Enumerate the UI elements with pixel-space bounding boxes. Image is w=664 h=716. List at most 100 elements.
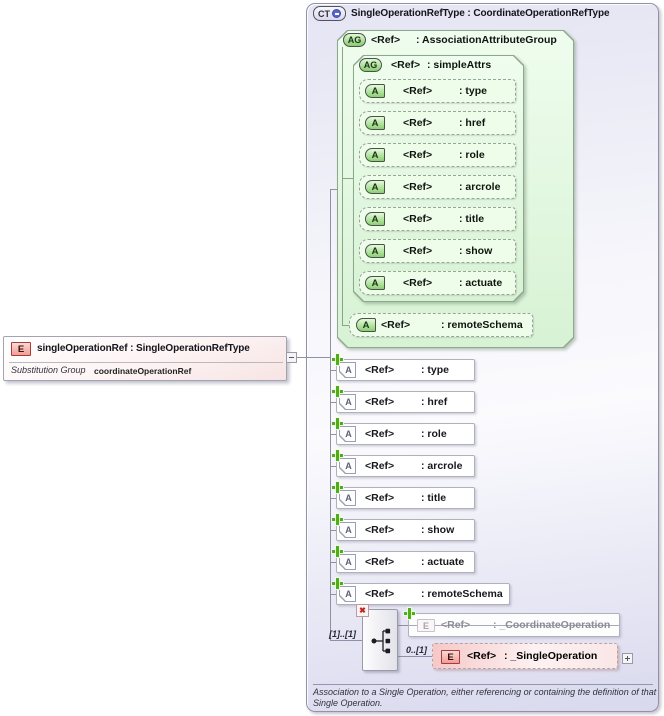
schema-diagram: CT SingleOperationRefType : CoordinateOp… xyxy=(0,0,664,716)
attribute-badge: A xyxy=(365,276,385,290)
expand-plus-icon[interactable] xyxy=(332,418,343,429)
ref-type: : AssociationAttributeGroup xyxy=(416,34,557,46)
connector-line xyxy=(398,625,408,626)
ref-type: : href xyxy=(421,396,448,408)
connector-line xyxy=(330,640,362,641)
ref-name: <Ref> xyxy=(365,396,395,408)
connector-line xyxy=(398,656,432,657)
complex-type-title: SingleOperationRefType : CoordinateOpera… xyxy=(351,8,610,19)
connector-trunk xyxy=(342,47,343,325)
attribute-badge: A xyxy=(365,180,385,194)
attribute-row-show[interactable]: A <Ref>: show xyxy=(332,514,475,541)
collapse-icon[interactable] xyxy=(332,9,341,18)
ref-name: <Ref> xyxy=(403,181,433,193)
complex-type-header: CT SingleOperationRefType : CoordinateOp… xyxy=(313,6,610,21)
ref-type: : title xyxy=(459,213,485,225)
expand-icon[interactable] xyxy=(622,653,633,664)
attribute-badge: A xyxy=(365,84,385,98)
attribute-row-role[interactable]: A <Ref>: role xyxy=(332,418,475,445)
ref-name: <Ref> xyxy=(403,149,433,161)
attribute-badge: A xyxy=(356,318,376,332)
ref-name: <Ref> xyxy=(403,277,433,289)
ref-name: <Ref> xyxy=(371,34,401,46)
attribute-group-title[interactable]: <Ref> : AssociationAttributeGroup xyxy=(371,34,557,46)
ref-type: : actuate xyxy=(459,277,503,289)
ref-type: : role xyxy=(459,149,485,161)
simple-attrs-title[interactable]: <Ref> : simpleAttrs xyxy=(391,59,491,71)
expand-plus-icon[interactable] xyxy=(332,546,343,557)
attribute-badge: A xyxy=(365,244,385,258)
expand-plus-icon[interactable] xyxy=(332,450,343,461)
attribute-row-type[interactable]: A <Ref>: type xyxy=(332,354,475,381)
expand-plus-icon[interactable] xyxy=(332,482,343,493)
element-divider xyxy=(9,362,283,363)
connector-line xyxy=(342,178,353,179)
attribute-row-remote-schema[interactable]: A <Ref>: remoteSchema xyxy=(332,578,510,605)
element-title: singleOperationRef : SingleOperationRefT… xyxy=(37,343,250,354)
complex-type-badge-label: CT xyxy=(318,8,330,19)
ref-name: <Ref> xyxy=(365,556,395,568)
element-row-coordinate-operation-blocked[interactable]: E <Ref> : _CoordinateOperation xyxy=(404,608,620,637)
choice-compositor[interactable] xyxy=(362,609,398,671)
substitution-group-label: Substitution Group xyxy=(11,365,86,375)
expand-plus-icon[interactable] xyxy=(332,386,343,397)
ref-type: : show xyxy=(421,524,455,536)
expand-plus-icon[interactable] xyxy=(332,514,343,525)
attribute-row-actuate[interactable]: A <Ref> : actuate xyxy=(359,271,516,295)
ref-type: : _SingleOperation xyxy=(504,650,598,662)
ref-type: : _CoordinateOperation xyxy=(493,619,611,631)
prohibited-icon: ✖ xyxy=(356,604,369,617)
ref-type: : remoteSchema xyxy=(441,319,523,331)
attribute-row-show[interactable]: A <Ref>: show xyxy=(359,239,516,263)
ref-name: <Ref> xyxy=(403,85,433,97)
connector-line xyxy=(297,357,330,358)
ref-name: <Ref> xyxy=(391,59,421,71)
ref-name: <Ref> xyxy=(467,650,497,662)
attribute-row-role[interactable]: A <Ref> : role xyxy=(359,143,516,167)
attribute-row-remote-schema[interactable]: A <Ref> : remoteSchema xyxy=(349,313,533,337)
complex-type-badge: CT xyxy=(313,6,346,21)
ref-name: <Ref> xyxy=(365,588,395,600)
attribute-row-href[interactable]: A <Ref>: href xyxy=(332,386,475,413)
ref-type: : simpleAttrs xyxy=(427,59,492,71)
attribute-row-type[interactable]: A <Ref> : type xyxy=(359,79,516,103)
ref-type: : actuate xyxy=(421,556,465,568)
ref-type: : arcrole xyxy=(421,460,463,472)
ref-name: <Ref> xyxy=(365,364,395,376)
ref-name: <Ref> xyxy=(403,117,433,129)
ref-name: <Ref> xyxy=(365,428,395,440)
element-badge: E xyxy=(11,342,31,356)
annotation-text: Association to a Single Operation, eithe… xyxy=(313,687,657,708)
ref-type: : arcrole xyxy=(459,181,501,193)
ref-type: : href xyxy=(459,117,486,129)
element-badge: E xyxy=(417,619,435,632)
ref-name: <Ref> xyxy=(441,619,471,631)
ref-name: <Ref> xyxy=(365,524,395,536)
ref-type: : title xyxy=(421,492,447,504)
attribute-row-title[interactable]: A <Ref>: title xyxy=(332,482,475,509)
annotation-divider xyxy=(313,684,653,685)
attribute-group-badge: AG xyxy=(359,58,382,72)
ref-type: : show xyxy=(459,245,493,257)
expand-plus-icon[interactable] xyxy=(332,354,343,365)
expand-plus-icon[interactable] xyxy=(332,578,343,589)
substitution-group-value[interactable]: coordinateOperationRef xyxy=(94,366,191,376)
ref-type: : type xyxy=(459,85,488,97)
attribute-row-actuate[interactable]: A <Ref>: actuate xyxy=(332,546,475,573)
ref-name: <Ref> xyxy=(381,319,411,331)
attribute-row-href[interactable]: A <Ref>: href xyxy=(359,111,516,135)
collapse-connector-icon[interactable] xyxy=(286,352,297,363)
cardinality-label: [1]..[1] xyxy=(329,629,356,639)
cardinality-label: 0..[1] xyxy=(406,645,428,655)
attribute-badge: A xyxy=(365,148,385,162)
attribute-row-title[interactable]: A <Ref> : title xyxy=(359,207,516,231)
attribute-badge: A xyxy=(365,212,385,226)
attribute-row-arcrole[interactable]: A <Ref>: arcrole xyxy=(332,450,475,477)
ref-name: <Ref> xyxy=(403,213,433,225)
element-box-single-operation-ref[interactable]: E singleOperationRef : SingleOperationRe… xyxy=(3,336,287,381)
element-row-single-operation[interactable]: E <Ref> : _SingleOperation xyxy=(432,643,618,669)
expand-plus-icon[interactable] xyxy=(404,608,415,619)
element-badge: E xyxy=(441,650,460,664)
attribute-row-arcrole[interactable]: A <Ref> : arcrole xyxy=(359,175,516,199)
ref-name: <Ref> xyxy=(365,460,395,472)
